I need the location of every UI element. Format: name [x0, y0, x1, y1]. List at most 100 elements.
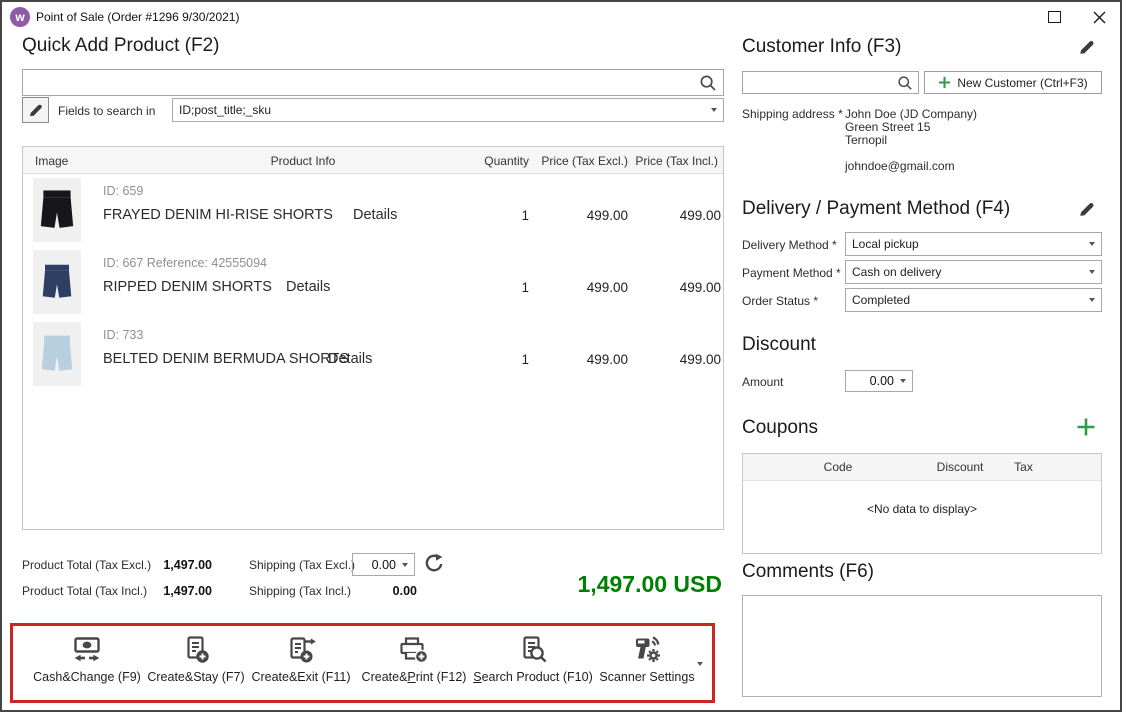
product-id: ID: 667 Reference: 42555094 — [103, 256, 267, 270]
quick-add-title: Quick Add Product (F2) — [22, 35, 219, 57]
product-thumbnail — [33, 178, 81, 242]
order-status-label: Order Status * — [742, 294, 818, 308]
qty-cell[interactable]: 1 — [443, 208, 529, 223]
search-product-button[interactable]: Search Product (F10) — [467, 632, 599, 702]
app-icon: w — [10, 7, 30, 27]
edit-delivery-button[interactable] — [1078, 200, 1096, 223]
price-excl-cell: 499.00 — [538, 208, 628, 223]
chevron-down-icon — [711, 108, 717, 112]
product-thumbnail — [33, 250, 81, 314]
shipping-incl-value: 0.00 — [337, 584, 417, 598]
close-icon — [1093, 11, 1106, 24]
shipping-address-label: Shipping address * — [742, 107, 843, 121]
create-print-button[interactable]: Create&Print (F12) — [348, 632, 480, 702]
product-id: ID: 659 — [103, 184, 143, 198]
delivery-payment-title: Delivery / Payment Method (F4) — [742, 198, 1010, 220]
pencil-icon — [1078, 200, 1096, 218]
discount-amount-spinner[interactable]: 0.00 — [845, 370, 913, 392]
product-name: RIPPED DENIM SHORTS — [103, 279, 272, 295]
product-search-input[interactable] — [22, 69, 724, 96]
delivery-method-select[interactable]: Local pickup — [845, 232, 1102, 256]
window-title: Point of Sale (Order #1296 9/30/2021) — [36, 10, 239, 24]
discount-amount-label: Amount — [742, 375, 783, 389]
price-excl-cell: 499.00 — [538, 352, 628, 367]
create-print-icon — [398, 634, 430, 666]
delivery-method-value: Local pickup — [852, 237, 919, 251]
price-incl-cell: 499.00 — [631, 352, 721, 367]
product-table-header: Image Product Info Quantity Price (Tax E… — [23, 147, 723, 174]
address-line-1: John Doe (JD Company) — [845, 107, 977, 121]
col-price-excl: Price (Tax Excl.) — [538, 154, 628, 168]
new-customer-label: New Customer (Ctrl+F3) — [957, 76, 1087, 90]
qty-cell[interactable]: 1 — [443, 280, 529, 295]
details-link[interactable]: Details — [353, 207, 397, 223]
edit-search-fields-button[interactable] — [22, 97, 49, 123]
product-search-field[interactable] — [27, 72, 691, 94]
product-total-excl-value: 1,497.00 — [152, 558, 212, 572]
table-row[interactable]: ID: 659 FRAYED DENIM HI-RISE SHORTS Deta… — [23, 174, 723, 246]
price-incl-cell: 499.00 — [631, 208, 721, 223]
title-bar: w Point of Sale (Order #1296 9/30/2021) — [2, 2, 1120, 32]
close-button[interactable] — [1078, 3, 1120, 31]
shipping-excl-spinner[interactable]: 0.00 — [352, 553, 415, 576]
chevron-down-icon — [402, 563, 408, 567]
action-toolbar: Cash&Change (F9) Create&Stay (F7) Create… — [10, 623, 715, 703]
product-total-excl-label: Product Total (Tax Excl.) — [22, 558, 151, 572]
payment-method-select[interactable]: Cash on delivery — [845, 260, 1102, 284]
product-thumbnail — [33, 322, 81, 386]
grand-total: 1,497.00 USD — [462, 571, 722, 598]
search-product-icon — [517, 634, 549, 666]
payment-method-label: Payment Method * — [742, 266, 841, 280]
search-icon — [699, 74, 717, 92]
coupons-empty-message: <No data to display> — [743, 502, 1101, 516]
col-price-incl: Price (Tax Incl.) — [631, 154, 718, 168]
fields-to-search-label: Fields to search in — [58, 104, 155, 118]
comments-textarea[interactable] — [742, 595, 1102, 697]
plus-icon — [938, 76, 951, 89]
fields-to-search-combo[interactable]: ID;post_title;_sku — [172, 98, 724, 122]
price-excl-cell: 499.00 — [538, 280, 628, 295]
details-link[interactable]: Details — [328, 351, 372, 367]
chevron-down-icon — [1089, 242, 1095, 246]
refresh-shipping-button[interactable] — [423, 553, 445, 580]
shipping-incl-label: Shipping (Tax Incl.) — [249, 584, 351, 598]
chevron-down-icon — [900, 379, 906, 383]
shipping-excl-label: Shipping (Tax Excl.) — [249, 558, 355, 572]
details-link[interactable]: Details — [286, 279, 330, 295]
refresh-icon — [423, 553, 445, 575]
table-row[interactable]: ID: 667 Reference: 42555094 RIPPED DENIM… — [23, 246, 723, 318]
order-status-select[interactable]: Completed — [845, 288, 1102, 312]
edit-customer-button[interactable] — [1078, 38, 1096, 61]
price-incl-cell: 499.00 — [631, 280, 721, 295]
maximize-button[interactable] — [1033, 3, 1075, 31]
product-table: Image Product Info Quantity Price (Tax E… — [22, 146, 724, 530]
coupon-col-code: Code — [793, 460, 883, 474]
table-row[interactable]: ID: 733 BELTED DENIM BERMUDA SHORTS Deta… — [23, 318, 723, 390]
comments-box — [742, 595, 1102, 697]
customer-search-field[interactable] — [747, 74, 896, 93]
customer-email: johndoe@gmail.com — [845, 159, 955, 173]
address-line-3: Ternopil — [845, 133, 887, 147]
col-quantity: Quantity — [443, 154, 529, 168]
shorts-image — [40, 188, 74, 232]
shorts-image — [41, 334, 73, 374]
scanner-settings-button[interactable]: Scanner Settings — [581, 632, 713, 702]
customer-info-title: Customer Info (F3) — [742, 36, 901, 58]
toolbar-overflow-caret[interactable] — [697, 662, 703, 666]
qty-cell[interactable]: 1 — [443, 352, 529, 367]
coupons-title: Coupons — [742, 417, 818, 439]
add-coupon-button[interactable] — [1076, 417, 1096, 442]
shipping-excl-value: 0.00 — [359, 558, 396, 572]
customer-search-input[interactable] — [742, 71, 919, 94]
pencil-icon — [28, 102, 44, 118]
new-customer-button[interactable]: New Customer (Ctrl+F3) — [924, 71, 1102, 94]
shorts-image — [42, 263, 72, 301]
maximize-icon — [1048, 11, 1061, 23]
search-icon — [897, 75, 913, 91]
cash-change-icon — [71, 634, 103, 666]
create-stay-icon — [180, 634, 212, 666]
product-id: ID: 733 — [103, 328, 143, 342]
address-line-2: Green Street 15 — [845, 120, 930, 134]
payment-method-value: Cash on delivery — [852, 265, 941, 279]
product-total-incl-value: 1,497.00 — [152, 584, 212, 598]
